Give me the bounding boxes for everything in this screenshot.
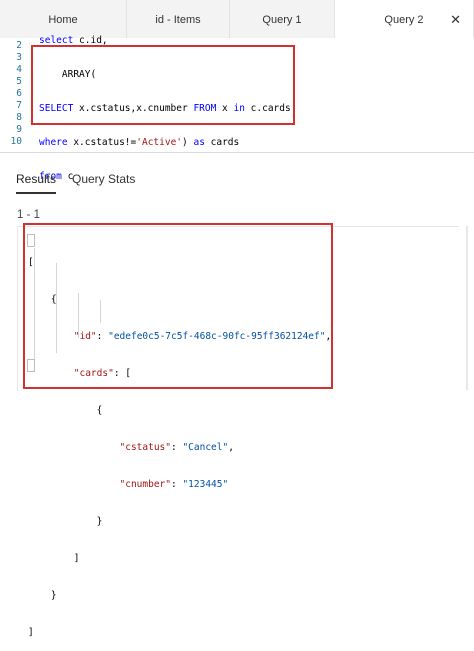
json-line: "cstatus": "Cancel", bbox=[119, 442, 234, 453]
code-line: where x.cstatus!='Active') as cards bbox=[39, 137, 240, 148]
json-line: ] bbox=[28, 553, 80, 564]
json-key-cstatus: "cstatus" bbox=[119, 442, 171, 453]
query-highlight-box bbox=[31, 45, 295, 125]
line-number: 9 bbox=[16, 124, 22, 135]
line-number: 10 bbox=[10, 136, 22, 147]
tab-results-label: Results bbox=[16, 172, 57, 186]
tab-query-stats[interactable]: Query Stats bbox=[72, 170, 135, 192]
tab-query-2[interactable]: Query 2 ✕ bbox=[335, 0, 474, 39]
json-value-cnumber: "123445" bbox=[182, 479, 229, 490]
vertical-scrollbar[interactable] bbox=[466, 226, 468, 390]
json-line: { bbox=[28, 405, 103, 416]
tab-query-2-label: Query 2 bbox=[384, 14, 424, 26]
line-number: 4 bbox=[16, 64, 22, 75]
result-highlight-box bbox=[23, 223, 333, 389]
results-tab-bar: Results Query Stats bbox=[0, 170, 474, 194]
json-value-cstatus: "Cancel" bbox=[182, 442, 229, 453]
close-icon[interactable]: ✕ bbox=[450, 0, 461, 40]
line-number: 2 bbox=[16, 40, 22, 51]
json-key-cnumber: "cnumber" bbox=[119, 479, 171, 490]
line-number: 5 bbox=[16, 76, 22, 87]
line-number: 7 bbox=[16, 100, 22, 111]
tab-results[interactable]: Results bbox=[16, 170, 57, 194]
line-number: 3 bbox=[16, 52, 22, 63]
json-line: } bbox=[28, 590, 57, 601]
json-line: ] bbox=[28, 627, 34, 638]
json-line: "cnumber": "123445" bbox=[119, 479, 229, 490]
tab-query-stats-label: Query Stats bbox=[72, 172, 136, 186]
line-number: 8 bbox=[16, 112, 22, 123]
json-line: } bbox=[28, 516, 103, 527]
line-number-gutter: 2 3 4 5 6 7 8 9 10 bbox=[0, 40, 22, 148]
editor-results-divider[interactable] bbox=[0, 152, 474, 153]
line-number: 6 bbox=[16, 88, 22, 99]
result-count: 1 - 1 bbox=[17, 209, 41, 221]
